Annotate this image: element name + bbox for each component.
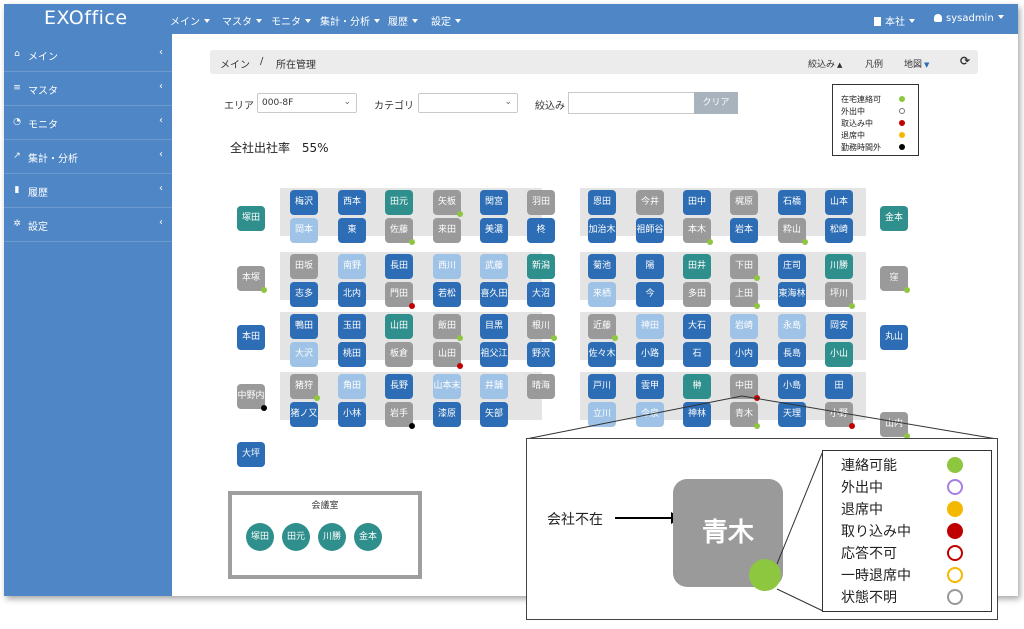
legend-detail-label: 退席中 (841, 502, 883, 518)
legend-detail-dot (947, 545, 963, 561)
legend-detail-label: 取り込み中 (841, 524, 911, 540)
legend-detail-dot (947, 479, 963, 495)
status-legend-detail: 連絡可能外出中退席中取り込み中応答不可一時退席中状態不明 (822, 450, 992, 612)
legend-detail-label: 応答不可 (841, 546, 897, 562)
legend-detail-dot (947, 589, 963, 605)
screenshot-root: EXOffice メイン マスタ モニタ 集計・分析 履歴 設定 本社 sysa… (0, 0, 1024, 629)
legend-detail-dot (947, 567, 963, 583)
legend-detail-dot (947, 457, 963, 473)
callout-line (741, 395, 998, 440)
legend-detail-label: 一時退席中 (841, 568, 911, 584)
legend-detail-label: 連絡可能 (841, 458, 897, 474)
legend-detail-dot (947, 523, 963, 539)
callout-line (525, 395, 743, 440)
legend-detail-label: 状態不明 (841, 590, 897, 606)
legend-detail-label: 外出中 (841, 480, 883, 496)
legend-detail-dot (947, 501, 963, 517)
